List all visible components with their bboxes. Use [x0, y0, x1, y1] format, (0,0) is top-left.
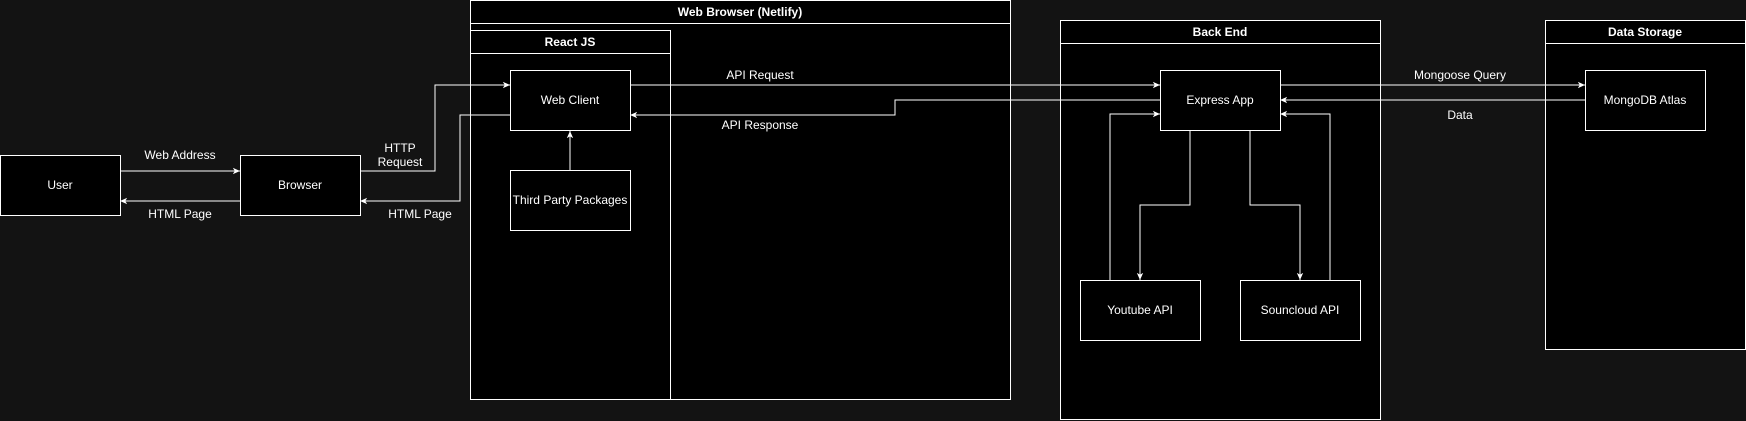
label-http-request-2: Request	[378, 155, 423, 169]
web-browser-title: Web Browser (Netlify)	[678, 5, 802, 19]
node-mongodb-atlas-label: MongoDB Atlas	[1604, 93, 1687, 107]
node-express-app-label: Express App	[1186, 93, 1254, 107]
node-express-app[interactable]: Express App	[1160, 70, 1281, 131]
node-soundcloud-api-label: Souncloud API	[1261, 303, 1340, 317]
node-browser[interactable]: Browser	[240, 155, 361, 216]
data-storage-title: Data Storage	[1608, 25, 1682, 39]
node-youtube-api-label: Youtube API	[1107, 303, 1173, 317]
node-third-party-label: Third Party Packages	[513, 193, 628, 207]
node-youtube-api[interactable]: Youtube API	[1080, 280, 1201, 341]
node-user[interactable]: User	[0, 155, 121, 216]
label-mongoose-query: Mongoose Query	[1414, 68, 1506, 82]
label-http-request-1: HTTP	[384, 141, 415, 155]
node-mongodb-atlas[interactable]: MongoDB Atlas	[1585, 70, 1706, 131]
data-storage-container[interactable]: Data Storage	[1545, 20, 1746, 350]
label-html-page-user: HTML Page	[148, 207, 212, 221]
node-web-client[interactable]: Web Client	[510, 70, 631, 131]
label-web-address: Web Address	[144, 148, 215, 162]
label-html-page-browser: HTML Page	[388, 207, 452, 221]
node-third-party-packages[interactable]: Third Party Packages	[510, 170, 631, 231]
label-data: Data	[1447, 108, 1473, 122]
label-api-request: API Request	[726, 68, 794, 82]
node-soundcloud-api[interactable]: Souncloud API	[1240, 280, 1361, 341]
react-js-title: React JS	[545, 35, 596, 49]
label-api-response: API Response	[722, 118, 799, 132]
node-web-client-label: Web Client	[541, 93, 600, 107]
back-end-title: Back End	[1193, 25, 1248, 39]
architecture-diagram: Web Browser (Netlify) React JS Back End …	[0, 0, 1746, 420]
node-user-label: User	[47, 178, 72, 192]
node-browser-label: Browser	[278, 178, 322, 192]
